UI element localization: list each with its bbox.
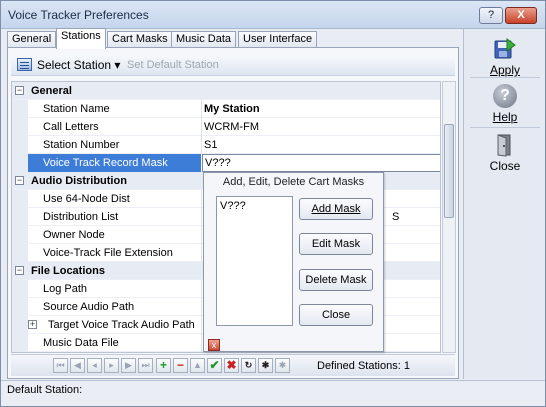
- station-list-icon: [17, 58, 32, 71]
- prop-label: Distribution List: [43, 211, 119, 223]
- section-label: Audio Distribution: [31, 175, 127, 187]
- edit-record-button[interactable]: ▲: [190, 358, 205, 373]
- delete-mask-button[interactable]: Delete Mask: [299, 269, 373, 291]
- next-record-button[interactable]: ▸: [104, 358, 119, 373]
- close-mask-label: Close: [321, 309, 351, 321]
- window-title: Voice Tracker Preferences: [8, 8, 149, 22]
- next-page-button[interactable]: ▶: [121, 358, 136, 373]
- prop-label: Voice Track Record Mask: [28, 154, 201, 172]
- tab-cart-masks[interactable]: Cart Masks: [107, 31, 173, 48]
- post-record-button[interactable]: ✔: [207, 358, 222, 373]
- prop-label: Log Path: [43, 283, 88, 295]
- grid-scrollbar[interactable]: [442, 81, 456, 353]
- cancel-record-button[interactable]: ✖: [224, 358, 239, 373]
- prop-label: Owner Node: [43, 229, 105, 241]
- help-label: Help: [492, 110, 518, 124]
- prop-label: Voice-Track File Extension: [43, 247, 173, 259]
- add-mask-button[interactable]: Add Mask: [299, 198, 373, 220]
- title-close-button[interactable]: X: [505, 7, 537, 24]
- prop-label: Source Audio Path: [43, 301, 135, 313]
- close-button[interactable]: Close: [464, 133, 546, 173]
- collapse-icon[interactable]: −: [15, 176, 24, 185]
- collapse-icon[interactable]: −: [15, 86, 24, 95]
- first-record-button[interactable]: ⏮: [53, 358, 68, 373]
- add-mask-label: Add Mask: [311, 203, 361, 215]
- apply-label: Apply: [489, 63, 521, 77]
- prop-value[interactable]: S1: [204, 139, 217, 151]
- section-label: File Locations: [31, 265, 105, 277]
- prop-label: Station Number: [43, 139, 120, 151]
- bookmark-button[interactable]: ✱: [258, 358, 273, 373]
- popup-close-icon[interactable]: x: [208, 339, 220, 351]
- collapse-icon[interactable]: −: [15, 266, 24, 275]
- prop-label: Station Name: [43, 103, 110, 115]
- prop-label: Call Letters: [43, 121, 99, 133]
- add-record-button[interactable]: +: [156, 358, 171, 373]
- scrollbar-thumb[interactable]: [444, 124, 454, 218]
- prior-record-button[interactable]: ◂: [87, 358, 102, 373]
- prior-page-button[interactable]: ◀: [70, 358, 85, 373]
- mask-list-item[interactable]: V???: [220, 200, 289, 212]
- action-divider: [470, 77, 540, 78]
- tab-music-data[interactable]: Music Data: [171, 31, 237, 48]
- help-button[interactable]: ? Help: [464, 84, 546, 124]
- tab-general[interactable]: General: [7, 31, 57, 48]
- section-general[interactable]: − General: [12, 82, 440, 100]
- cart-mask-popup: Add, Edit, Delete Cart Masks V??? Add Ma…: [203, 172, 384, 352]
- close-mask-button[interactable]: Close: [299, 304, 373, 326]
- delete-mask-label: Delete Mask: [305, 274, 367, 286]
- prop-label: Music Data File: [43, 337, 119, 349]
- prop-row-voice-track-mask[interactable]: Voice Track Record Mask V???: [12, 154, 440, 172]
- stations-toolbar: Select Station ▾ Set Default Station: [11, 54, 455, 76]
- close-label: Close: [489, 159, 521, 173]
- prop-value[interactable]: S: [392, 211, 399, 223]
- preferences-window: Voice Tracker Preferences ? X General St…: [0, 0, 546, 407]
- goto-bookmark-button[interactable]: ✱: [275, 358, 290, 373]
- apply-button[interactable]: Apply: [464, 37, 546, 77]
- mask-listbox[interactable]: V???: [216, 196, 293, 326]
- title-help-button[interactable]: ?: [479, 7, 503, 24]
- help-icon: ?: [493, 84, 517, 108]
- prop-label: Target Voice Track Audio Path: [48, 319, 195, 331]
- last-record-button[interactable]: ⏭: [138, 358, 153, 373]
- defined-stations-count: Defined Stations: 1: [317, 360, 410, 372]
- prop-row-station-name[interactable]: Station Name My Station: [12, 100, 440, 118]
- apply-disk-icon: [493, 37, 517, 61]
- section-label: General: [31, 85, 72, 97]
- delete-record-button[interactable]: −: [173, 358, 188, 373]
- title-bar: Voice Tracker Preferences ? X: [1, 1, 545, 29]
- expand-icon[interactable]: +: [28, 320, 37, 329]
- tab-stations[interactable]: Stations: [56, 28, 106, 49]
- status-text: Default Station:: [7, 384, 83, 396]
- action-divider: [470, 127, 540, 128]
- prop-value[interactable]: My Station: [204, 103, 260, 115]
- edit-mask-label: Edit Mask: [311, 238, 361, 250]
- prop-label: Use 64-Node Dist: [43, 193, 130, 205]
- prop-value[interactable]: WCRM-FM: [204, 121, 259, 133]
- refresh-button[interactable]: ↻: [241, 358, 256, 373]
- action-pane: Apply ? Help Close: [463, 29, 545, 379]
- popup-title: Add, Edit, Delete Cart Masks: [222, 176, 365, 188]
- voice-track-mask-input[interactable]: V???: [202, 154, 440, 172]
- edit-mask-button[interactable]: Edit Mask: [299, 233, 373, 255]
- record-navigator: ⏮ ◀ ◂ ▸ ▶ ⏭ + − ▲ ✔ ✖ ↻ ✱ ✱ Defined Stat…: [11, 354, 455, 376]
- set-default-station-button[interactable]: Set Default Station: [127, 59, 219, 71]
- tab-user-interface[interactable]: User Interface: [238, 31, 318, 48]
- select-station-dropdown[interactable]: Select Station ▾: [37, 58, 120, 72]
- status-bar: Default Station:: [1, 380, 545, 406]
- prop-row-station-number[interactable]: Station Number S1: [12, 136, 440, 154]
- door-exit-icon: [493, 133, 517, 157]
- prop-row-call-letters[interactable]: Call Letters WCRM-FM: [12, 118, 440, 136]
